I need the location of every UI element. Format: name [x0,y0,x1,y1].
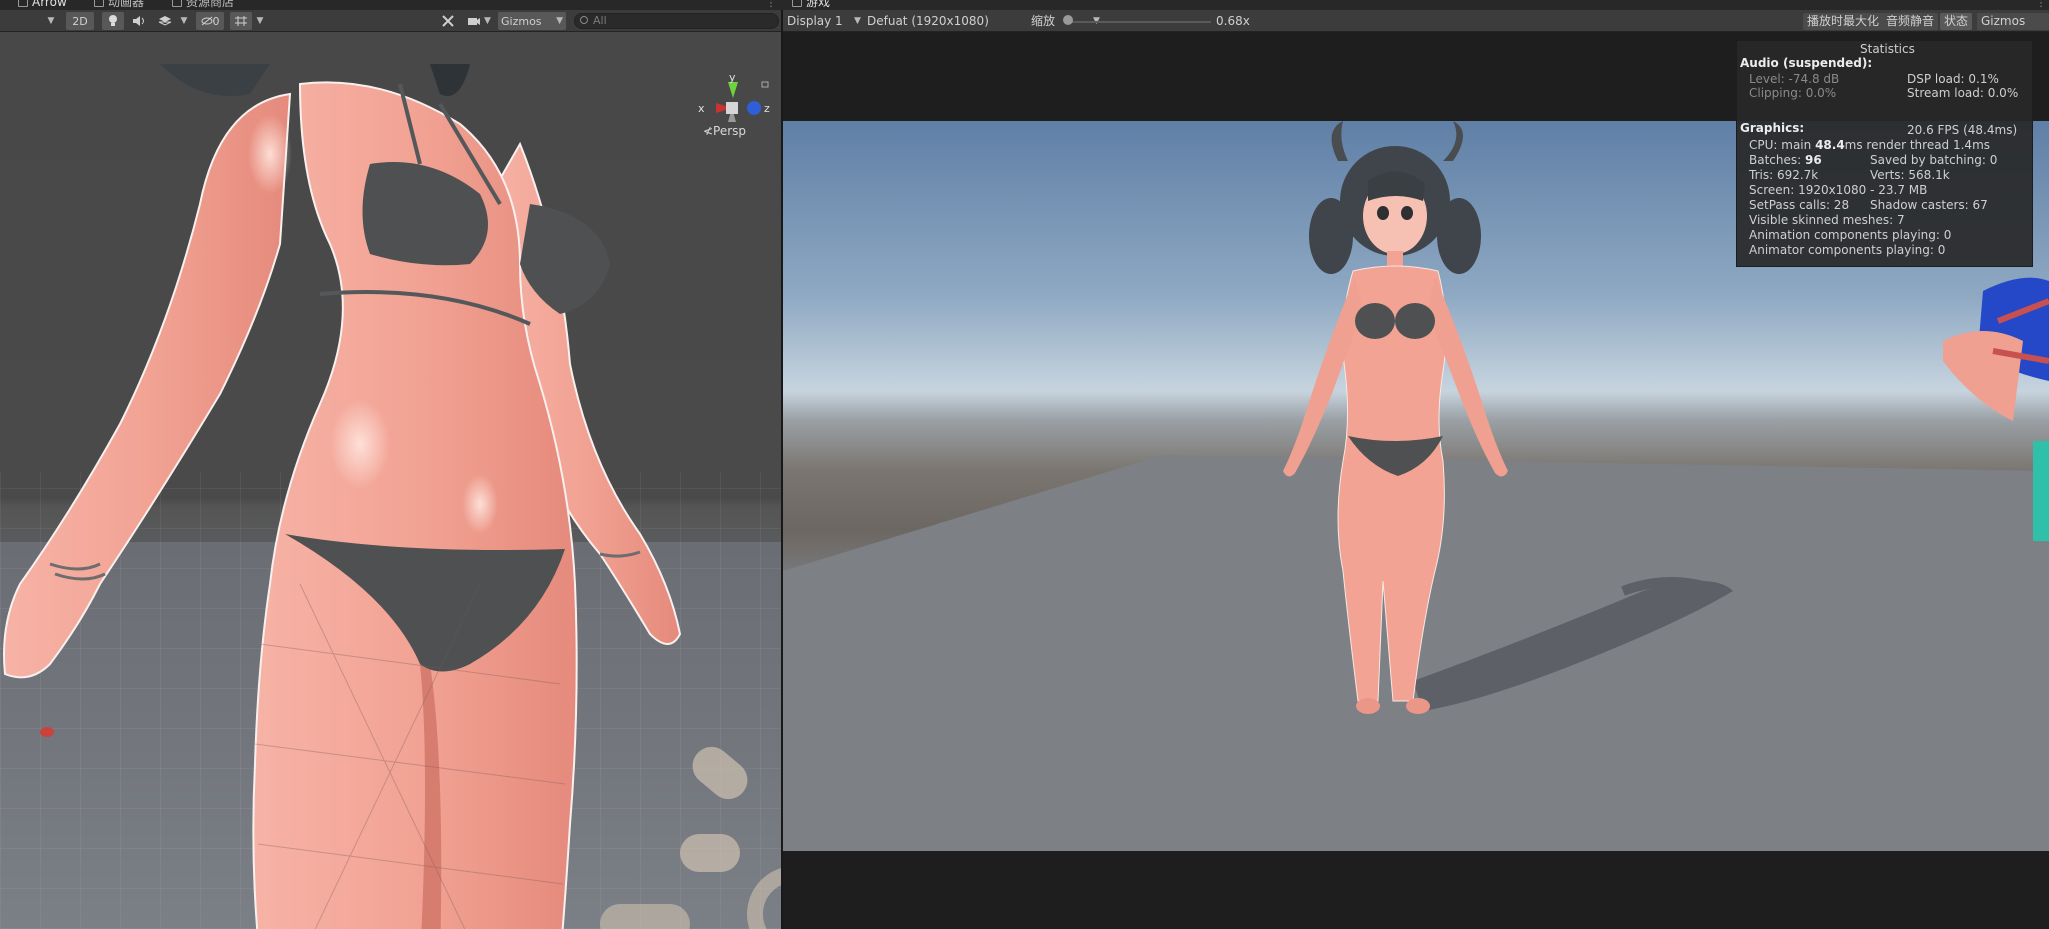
scene-gizmos-dropdown[interactable]: Gizmos ▼ [498,12,566,30]
stats-verts: Verts: 568.1k [1870,168,1950,182]
game-gizmos-label: Gizmos [1981,14,2026,28]
scale-slider-handle[interactable] [1063,15,1073,25]
tab-scene-label: Arrow [32,0,67,9]
stats-fps: 20.6 FPS (48.4ms) [1907,123,2018,137]
game-panel-menu-icon[interactable]: ⋮ [2036,0,2046,9]
window-tab-strip: Arrow 动画器 资源商店 ⋮ 游戏 ⋮ [0,0,2049,10]
scale-label: 缩放 [1031,14,1056,28]
stats-title: Statistics [1860,42,1915,56]
camera-settings-button[interactable]: ▼ [464,12,494,30]
chevron-down-icon: ▼ [256,16,264,26]
axis-y-label: y [729,71,736,84]
tab-scene[interactable]: Arrow [16,0,67,10]
scene-icon [18,0,28,7]
grid-dropdown[interactable]: ▼ [254,12,266,30]
scale-slider-track[interactable] [1066,21,1211,23]
resolution-label: Defuat (1920x1080) [867,14,989,28]
mode-2d-button[interactable]: 2D [66,12,94,30]
stats-setpass: SetPass calls: 28 [1749,198,1850,212]
asset-store-icon [172,0,182,7]
maximize-on-play-button[interactable]: 播放时最大化 [1803,13,1884,30]
tab-game-label: 游戏 [806,0,831,9]
tab-asset-store-label: 资源商店 [186,0,235,9]
game-toolbar: Display 1 ▼ Defuat (1920x1080) ▼ 缩放 0.68… [783,10,2049,32]
display-label: Display 1 [787,14,843,28]
chevron-down-icon: ▼ [854,16,861,26]
speaker-icon [133,16,144,26]
lighting-toggle[interactable] [102,12,124,30]
tab-animator[interactable]: 动画器 [92,0,144,10]
chevron-down-icon: ▼ [47,16,55,26]
chevron-down-icon: ▼ [481,16,491,26]
effects-icon [158,16,172,26]
stats-batches-value: 96 [1805,153,1822,167]
stats-batches-prefix: Batches: [1749,153,1805,167]
effects-toggle[interactable] [154,12,176,30]
stats-saved-by-batching: Saved by batching: 0 [1870,153,1998,167]
search-icon [580,16,588,24]
tab-asset-store[interactable]: 资源商店 [170,0,234,10]
stats-cpu-suffix: ms render thread 1.4ms [1844,138,1991,152]
stats-cpu-prefix: CPU: main [1749,138,1816,152]
statistics-panel: Statistics Audio (suspended): Level: -74… [1736,40,2033,267]
tools-button[interactable] [438,12,458,30]
camera-icon [468,18,481,25]
display-dropdown[interactable]: Display 1 ▼ [787,13,863,30]
stats-tris: Tris: 692.7k [1749,168,1819,182]
grid-toggle[interactable] [230,12,252,30]
scene-search-input[interactable]: All [574,13,779,29]
lock-icon[interactable] [761,81,769,88]
stats-cpu-main: 48.4 [1815,138,1845,152]
scene-toolbar: ▼ 2D ▼ 0 ▼ ▼ Gizmos ▼ All [0,10,781,32]
tools-icon [442,15,454,27]
stats-audio-header: Audio (suspended): [1740,56,1873,70]
scene-panel-menu-icon[interactable]: ⋮ [766,0,776,9]
chevron-down-icon: ▼ [180,16,188,26]
tab-game[interactable]: 游戏 [790,0,830,10]
stats-graphics-header: Graphics: [1740,121,1805,135]
stats-dsp-load: DSP load: 0.1% [1907,72,1999,86]
audio-toggle[interactable] [128,12,150,30]
scene-gizmos-label: Gizmos [501,14,542,28]
stats-screen: Screen: 1920x1080 - 23.7 MB [1749,183,1928,197]
axis-z-label: z [764,102,770,115]
hidden-count: 0 [212,14,220,28]
eye-off-icon [201,16,212,26]
mode-2d-label: 2D [72,14,88,28]
game-icon [792,0,802,7]
lightbulb-icon [109,15,117,26]
character-model-closeup[interactable] [0,64,781,929]
stats-cpu: CPU: main 48.4ms render thread 1.4ms [1749,138,1990,152]
stats-batches: Batches: 96 [1749,153,1822,167]
effects-dropdown[interactable]: ▼ [178,12,190,30]
stats-button[interactable]: 状态 [1940,13,1973,30]
stats-animation-components: Animation components playing: 0 [1749,228,1952,242]
stats-visible-skinned: Visible skinned meshes: 7 [1749,213,1905,227]
stats-animator-components: Animator components playing: 0 [1749,243,1946,257]
persp-toggle[interactable]: ≮Persp [703,124,746,138]
scene-view-viewport[interactable]: x y z ≮Persp [0,32,781,929]
scale-value: 0.68x [1216,14,1250,28]
draw-mode-dropdown[interactable]: ▼ [44,12,58,30]
mute-audio-button[interactable]: 音频静音 [1882,13,1939,30]
game-gizmos-dropdown[interactable]: Gizmos [1977,13,2049,30]
stats-shadow-casters: Shadow casters: 67 [1870,198,1988,212]
search-placeholder: All [593,14,607,27]
grid-icon [235,16,247,26]
stats-level: Level: -74.8 dB [1749,72,1840,86]
animator-icon [94,0,104,7]
scene-visibility-toggle[interactable]: 0 [196,12,224,30]
axis-x-label: x [698,102,705,115]
resolution-dropdown[interactable]: Defuat (1920x1080) ▼ [867,13,1100,30]
stats-stream-load: Stream load: 0.0% [1907,86,2019,100]
stats-clipping: Clipping: 0.0% [1749,86,1837,100]
chevron-down-icon: ▼ [556,16,563,26]
tab-animator-label: 动画器 [108,0,145,9]
